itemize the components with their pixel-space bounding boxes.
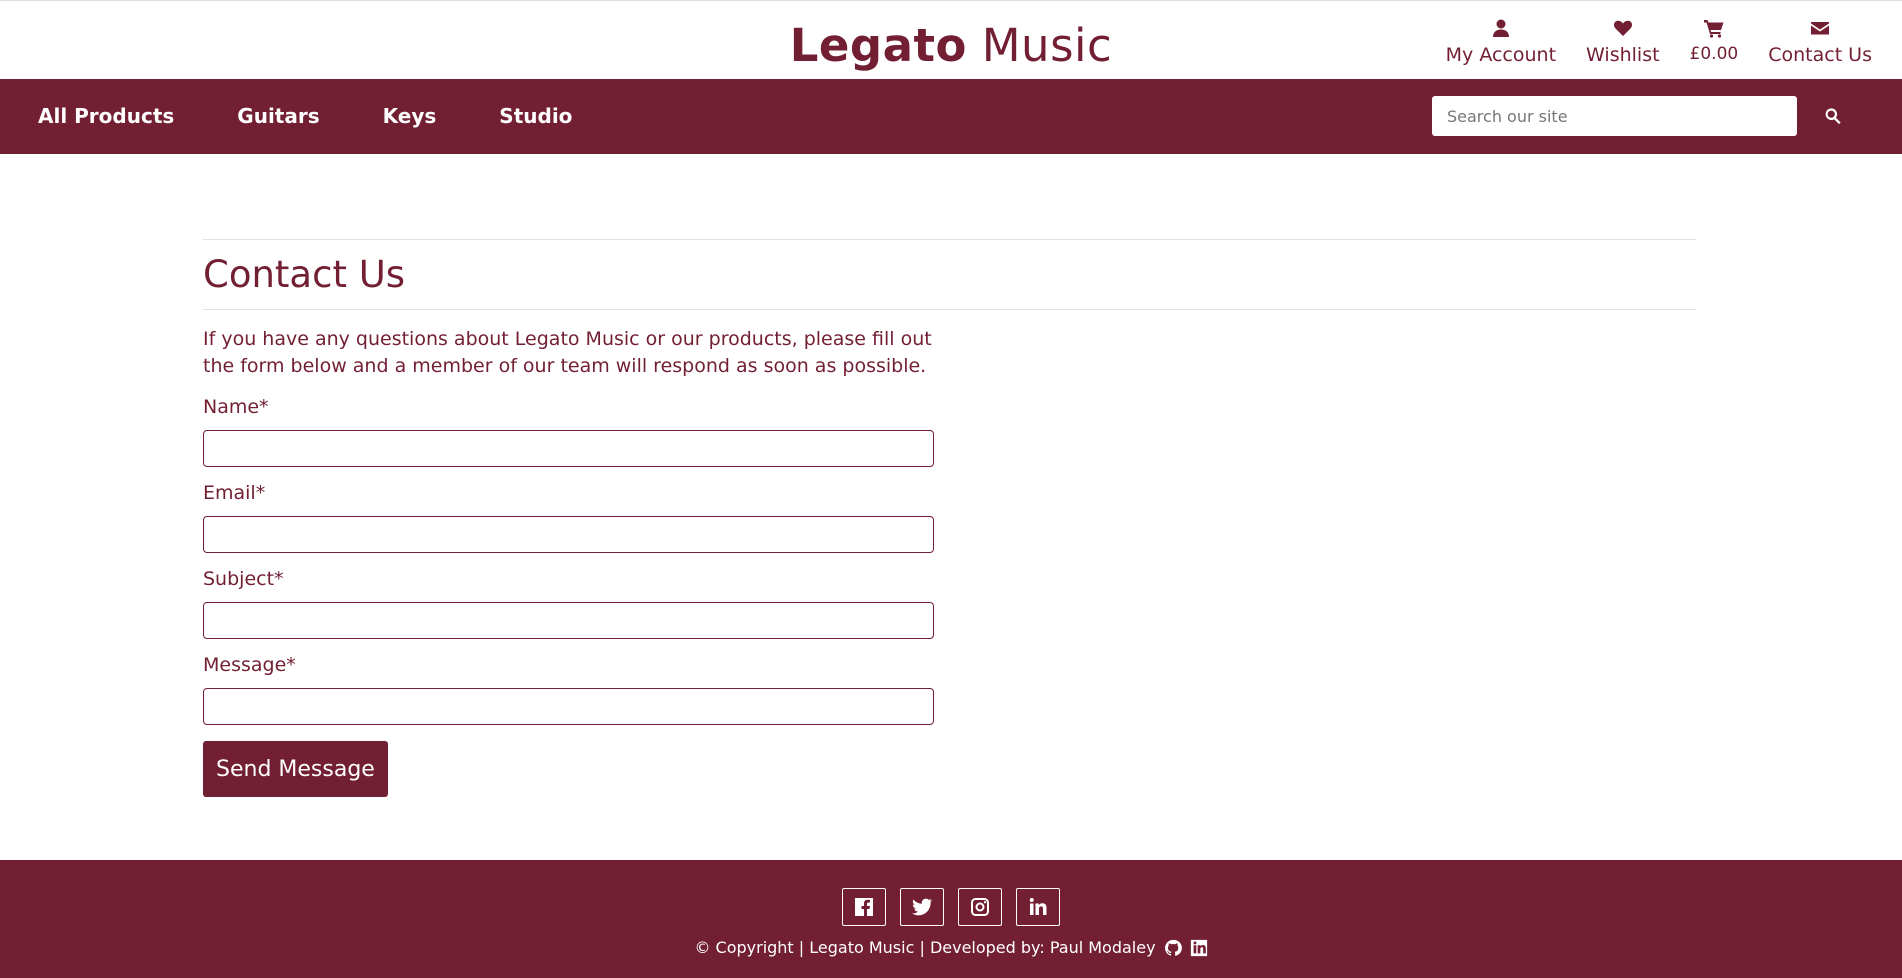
nav-guitars[interactable]: Guitars [237,104,319,128]
contact-us-label: Contact Us [1768,44,1872,66]
main-navbar: All Products Guitars Keys Studio [0,79,1902,154]
facebook-link[interactable] [842,888,886,926]
shopping-cart-icon [1703,20,1724,38]
site-header: Legato Music My Account Wishlist £0.00 C… [0,0,1902,79]
logo-bold-text: Legato [789,19,967,72]
github-icon [1164,939,1182,956]
site-footer: © Copyright | Legato Music | Developed b… [0,860,1902,978]
nav-studio[interactable]: Studio [499,104,572,128]
heart-icon [1613,20,1632,36]
contact-us-link[interactable]: Contact Us [1768,18,1872,66]
category-nav: All Products Guitars Keys Studio [38,104,572,128]
developer-github-link[interactable] [1164,939,1182,957]
twitter-icon [912,898,933,916]
subject-label: Subject* [203,568,284,590]
page-title: Contact Us [203,253,406,296]
developer-linkedin-link[interactable] [1190,939,1208,957]
copyright-line: © Copyright | Legato Music | Developed b… [0,938,1902,957]
name-label: Name* [203,396,269,418]
linkedin-link[interactable] [1016,888,1060,926]
my-account-label: My Account [1445,44,1557,66]
envelope-icon [1811,22,1830,35]
search-button[interactable] [1818,103,1848,129]
social-links [0,888,1902,926]
instagram-icon [971,898,989,916]
linkedin-icon [1029,898,1047,915]
logo-light-text: Music [966,19,1113,72]
email-label: Email* [203,482,266,504]
twitter-link[interactable] [900,888,944,926]
facebook-icon [855,898,873,916]
my-account-link[interactable]: My Account [1446,18,1556,66]
basket-total: £0.00 [1689,44,1739,64]
basket-link[interactable]: £0.00 [1689,18,1739,66]
copyright-text: © Copyright | Legato Music | Developed b… [694,938,1156,957]
account-nav: My Account Wishlist £0.00 Contact Us [1446,18,1872,66]
nav-keys[interactable]: Keys [383,104,437,128]
search-input[interactable] [1432,96,1797,136]
contact-section: Contact Us If you have any questions abo… [203,239,1696,797]
message-label: Message* [203,654,296,676]
nav-all-products[interactable]: All Products [38,104,174,128]
wishlist-label: Wishlist [1586,44,1660,66]
divider-bottom [203,309,1696,310]
user-icon [1492,19,1509,37]
send-message-button[interactable]: Send Message [203,741,388,797]
search-icon [1825,108,1841,125]
intro-text: If you have any questions about Legato M… [203,328,932,377]
message-field[interactable] [203,688,934,725]
name-field[interactable] [203,430,934,467]
email-field[interactable] [203,516,934,553]
subject-field[interactable] [203,602,934,639]
linkedin-square-icon [1190,939,1207,956]
wishlist-link[interactable]: Wishlist [1586,18,1660,66]
instagram-link[interactable] [958,888,1002,926]
contact-form: Name* Email* Subject* Message* Send Mess… [203,396,1696,797]
